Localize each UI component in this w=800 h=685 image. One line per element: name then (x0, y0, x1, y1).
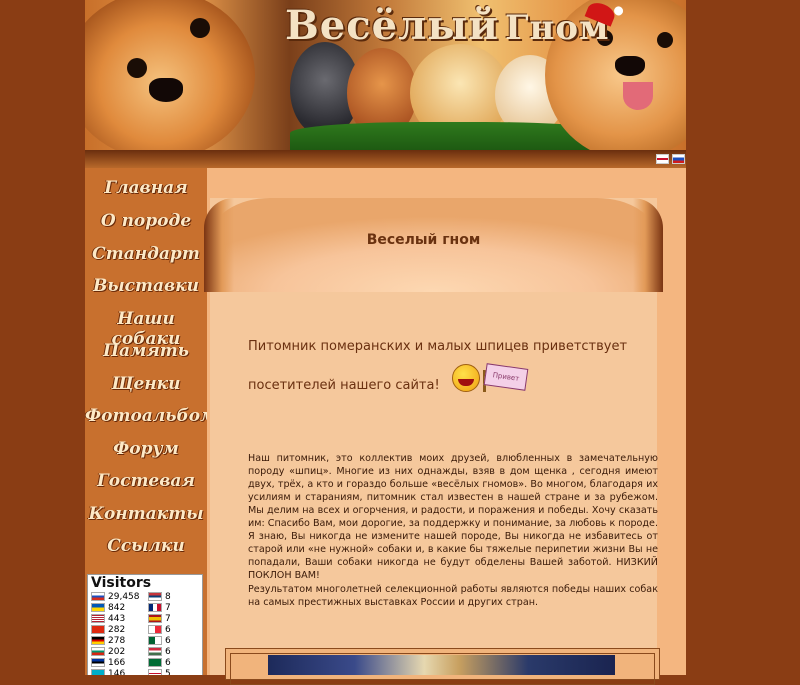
menu-item-contacts[interactable]: Контакты (85, 504, 207, 524)
country-flag-icon (148, 636, 162, 645)
language-bar (85, 150, 686, 168)
flag-uk-icon[interactable] (656, 154, 669, 164)
country-flag-icon (91, 658, 105, 667)
smiley-icon (452, 364, 480, 392)
visitor-row: 29,458 (91, 592, 140, 603)
country-flag-icon (148, 647, 162, 656)
visitor-row: 278 (91, 636, 125, 647)
country-flag-icon (91, 669, 105, 675)
visitor-row: 5 (148, 669, 171, 675)
country-flag-icon (91, 636, 105, 645)
welcome-text-line1: Питомник померанских и малых шпицев прив… (248, 339, 628, 354)
country-flag-icon (148, 592, 162, 601)
country-flag-icon (91, 592, 105, 601)
visitor-row: 202 (91, 647, 125, 658)
country-flag-icon (91, 614, 105, 623)
dog-face-left-image (85, 0, 255, 150)
country-flag-icon (148, 614, 162, 623)
visitor-row: 282 (91, 625, 125, 636)
visitor-row: 6 (148, 625, 171, 636)
header-banner: Весёлый Гном (85, 0, 686, 150)
visitor-row: 8 (148, 592, 171, 603)
visitor-row: 6 (148, 636, 171, 647)
menu-item-memory[interactable]: Память (85, 341, 207, 361)
country-flag-icon (91, 603, 105, 612)
visitor-row: 146 (91, 669, 125, 675)
country-flag-icon (148, 658, 162, 667)
page-title: Веселый гном (366, 232, 481, 248)
visitor-row: 7 (148, 614, 171, 625)
country-flag-icon (91, 647, 105, 656)
welcome-text-line2: посетителей нашего сайта! (248, 378, 440, 393)
sidebar-menu: Главная О породе Стандарт Выставки Наши … (85, 168, 216, 675)
menu-item-home[interactable]: Главная (85, 178, 207, 198)
visitor-row: 6 (148, 658, 171, 669)
visitor-row: 6 (148, 647, 171, 658)
panel-header: Веселый гном (204, 198, 663, 292)
menu-item-forum[interactable]: Форум (85, 439, 207, 459)
flag-ru-icon[interactable] (672, 154, 685, 164)
logo-title: Весёлый (285, 2, 500, 49)
country-flag-icon (148, 603, 162, 612)
country-flag-icon (91, 625, 105, 634)
visitors-widget[interactable]: Visitors 29,458 842 443 282 278 202 166 … (87, 574, 203, 675)
intro-paragraph: Наш питомник, это коллектив моих друзей,… (248, 453, 658, 581)
results-paragraph: Результатом многолетней селекционной раб… (248, 584, 658, 608)
menu-item-puppies[interactable]: Щенки (85, 374, 207, 394)
visitor-row: 842 (91, 603, 125, 614)
visitor-row: 443 (91, 614, 125, 625)
visitor-row: 7 (148, 603, 171, 614)
country-flag-icon (148, 625, 162, 634)
show-photo-image[interactable] (268, 655, 615, 675)
visitors-title: Visitors (91, 575, 152, 591)
menu-item-photo-album[interactable]: Фотоальбом (85, 406, 216, 426)
site-logo[interactable]: Весёлый Гном (285, 2, 610, 49)
menu-item-links[interactable]: Ссылки (85, 536, 207, 556)
country-flag-icon (148, 669, 162, 675)
menu-item-about-breed[interactable]: О породе (85, 211, 207, 231)
visitor-row: 166 (91, 658, 125, 669)
menu-item-shows[interactable]: Выставки (85, 276, 207, 296)
menu-item-standard[interactable]: Стандарт (85, 244, 207, 264)
menu-item-guestbook[interactable]: Гостевая (85, 471, 207, 491)
